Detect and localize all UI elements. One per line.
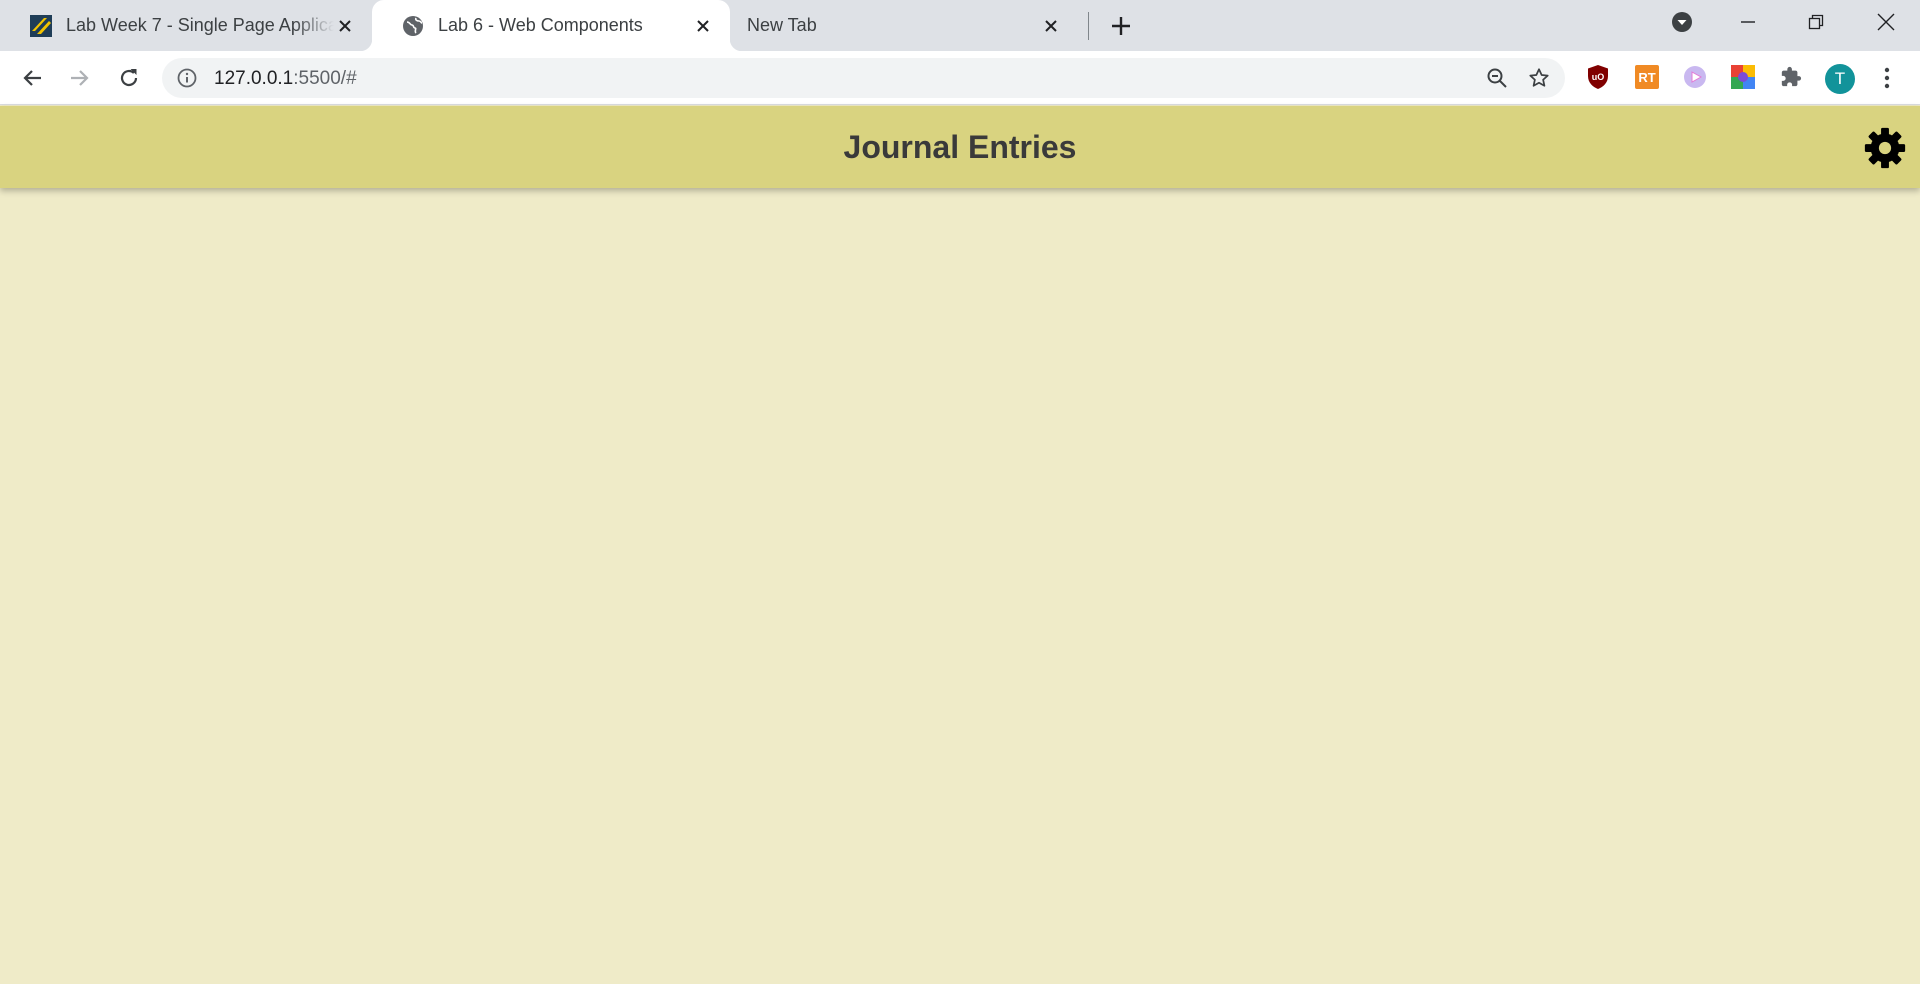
colorful-ext-icon[interactable] bbox=[1730, 64, 1756, 90]
minimize-button[interactable] bbox=[1720, 0, 1776, 44]
browser-menu-button[interactable] bbox=[1871, 62, 1903, 94]
page-title: Journal Entries bbox=[843, 129, 1077, 165]
close-tab-icon[interactable] bbox=[692, 15, 714, 37]
back-button[interactable] bbox=[16, 62, 48, 94]
site-info-icon[interactable] bbox=[176, 67, 198, 89]
restore-button[interactable] bbox=[1788, 0, 1844, 44]
more-vertical-icon bbox=[1884, 67, 1890, 89]
browser-tab-strip: Lab Week 7 - Single Page Application Lab… bbox=[0, 0, 1920, 51]
tab-lab-6-web-components[interactable]: Lab 6 - Web Components bbox=[360, 0, 742, 51]
globe-icon bbox=[402, 15, 424, 37]
tab-separator bbox=[1088, 12, 1089, 40]
player-icon[interactable] bbox=[1682, 64, 1708, 90]
profile-avatar[interactable]: T bbox=[1825, 64, 1855, 94]
reload-button[interactable] bbox=[113, 62, 145, 94]
tab-search-button[interactable] bbox=[1654, 0, 1710, 44]
close-tab-icon[interactable] bbox=[334, 15, 356, 37]
tab-title: Lab Week 7 - Single Page Application bbox=[66, 15, 334, 35]
tab-title: Lab 6 - Web Components bbox=[438, 15, 643, 35]
chevron-down-icon bbox=[1672, 12, 1692, 32]
minimize-icon bbox=[1741, 21, 1755, 23]
browser-toolbar: 127.0.0.1:5500/# uO RT T bbox=[0, 51, 1920, 105]
puzzle-icon[interactable] bbox=[1778, 64, 1804, 90]
reload-icon bbox=[120, 69, 138, 87]
close-tab-icon[interactable] bbox=[1040, 15, 1062, 37]
ublock-icon[interactable]: uO bbox=[1585, 64, 1611, 90]
zoom-out-icon[interactable] bbox=[1485, 66, 1509, 90]
address-bar[interactable]: 127.0.0.1:5500/# bbox=[162, 58, 1565, 98]
tab-new-tab[interactable]: New Tab bbox=[730, 0, 1078, 51]
close-icon bbox=[1877, 13, 1895, 31]
bookmark-star-icon[interactable] bbox=[1527, 66, 1551, 90]
url-rest: :5500/# bbox=[293, 68, 357, 89]
gear-icon[interactable] bbox=[1864, 127, 1906, 169]
lab-favicon-icon bbox=[30, 14, 52, 37]
new-tab-button[interactable] bbox=[1106, 11, 1136, 41]
tab-title: New Tab bbox=[747, 15, 817, 35]
restore-icon bbox=[1808, 14, 1824, 30]
forward-arrow-icon bbox=[71, 70, 89, 86]
back-arrow-icon bbox=[23, 70, 41, 86]
svg-text:RT: RT bbox=[1638, 70, 1655, 85]
url-text[interactable]: 127.0.0.1:5500/# bbox=[214, 68, 357, 90]
app-header: Journal Entries bbox=[0, 106, 1920, 188]
journal-entries-area bbox=[0, 188, 1920, 984]
plus-icon bbox=[1112, 17, 1130, 35]
close-window-button[interactable] bbox=[1858, 0, 1914, 44]
tab-lab-week-7[interactable]: Lab Week 7 - Single Page Application bbox=[0, 0, 372, 51]
rt-icon[interactable]: RT bbox=[1634, 64, 1660, 90]
forward-button[interactable] bbox=[64, 62, 96, 94]
url-host: 127.0.0.1 bbox=[214, 68, 294, 89]
svg-text:uO: uO bbox=[1592, 72, 1605, 82]
